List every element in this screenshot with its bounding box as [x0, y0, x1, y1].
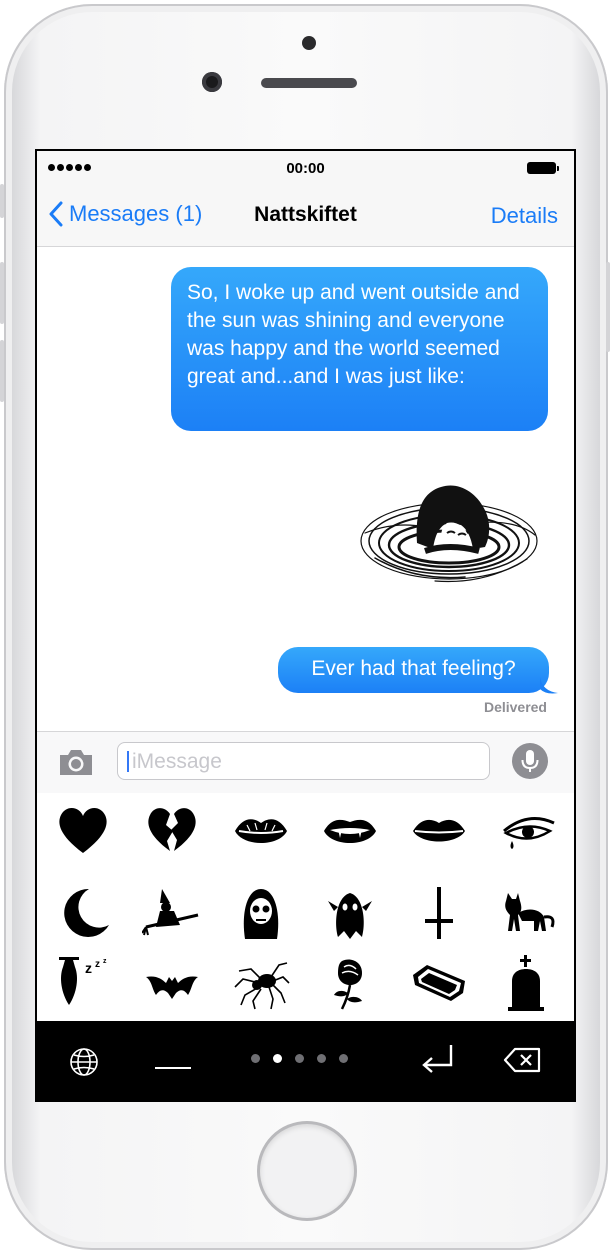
message-input[interactable]: iMessage — [117, 742, 490, 780]
broken-heart-icon[interactable] — [142, 801, 202, 861]
sent-message-bubble[interactable]: So, I woke up and went outside and the s… — [171, 267, 548, 431]
bat-icon[interactable] — [142, 953, 202, 1013]
text-cursor — [127, 751, 129, 772]
heart-icon[interactable] — [53, 801, 113, 861]
delivery-status: Delivered — [483, 699, 547, 715]
battery-icon — [527, 162, 559, 174]
microphone-button[interactable] — [512, 743, 548, 779]
sticker-pad: z z z — [37, 793, 574, 1021]
page-dot[interactable] — [317, 1054, 326, 1063]
globe-icon[interactable] — [69, 1047, 99, 1077]
power-button — [606, 262, 610, 352]
witch-on-broom-icon[interactable] — [142, 883, 202, 943]
skull-hood-icon[interactable] — [231, 883, 291, 943]
coffin-icon[interactable] — [409, 953, 469, 1013]
screen: 00:00 Messages (1) Nattskiftet Details S… — [35, 149, 576, 1102]
page-dot[interactable] — [251, 1054, 260, 1063]
microphone-icon — [521, 750, 539, 772]
keyboard-bottom-bar — [37, 1021, 574, 1100]
lips-kiss-icon[interactable] — [231, 801, 291, 861]
page-dot-active[interactable] — [273, 1054, 282, 1063]
sticker-page-indicator — [251, 1054, 348, 1063]
earpiece-speaker — [261, 78, 357, 88]
inverted-cross-icon[interactable] — [409, 883, 469, 943]
vampire-mouth-icon[interactable] — [320, 801, 380, 861]
front-camera — [202, 72, 222, 92]
svg-text:z: z — [95, 959, 100, 970]
ghost-icon[interactable] — [320, 883, 380, 943]
message-placeholder: iMessage — [132, 750, 222, 773]
space-icon[interactable] — [153, 1055, 193, 1071]
status-bar: 00:00 — [37, 151, 574, 187]
camera-icon[interactable] — [57, 746, 95, 778]
sticker-woman-in-whirlpool[interactable] — [355, 463, 541, 593]
proximity-sensor — [302, 36, 316, 50]
page-dot[interactable] — [339, 1054, 348, 1063]
svg-text:z: z — [103, 958, 107, 965]
navigation-bar: Messages (1) Nattskiftet Details — [37, 187, 574, 247]
svg-text:z: z — [85, 960, 92, 976]
tombstone-icon[interactable] — [498, 953, 558, 1013]
page-dot[interactable] — [295, 1054, 304, 1063]
bubble-tail — [540, 677, 558, 694]
crying-eye-icon[interactable] — [498, 801, 558, 861]
mute-switch — [0, 184, 4, 218]
status-time: 00:00 — [286, 160, 325, 177]
lips-icon[interactable] — [409, 801, 469, 861]
rose-icon[interactable] — [320, 953, 380, 1013]
crescent-moon-icon[interactable] — [53, 883, 113, 943]
return-icon[interactable] — [417, 1039, 457, 1079]
compose-bar: iMessage — [37, 731, 574, 793]
volume-down-button — [0, 340, 4, 402]
details-button[interactable]: Details — [491, 203, 558, 229]
sent-message-bubble[interactable]: Ever had that feeling? — [278, 647, 549, 693]
messages-app: 00:00 Messages (1) Nattskiftet Details S… — [37, 151, 574, 1100]
black-cat-icon[interactable] — [498, 883, 558, 943]
home-button[interactable] — [260, 1124, 354, 1218]
spider-icon[interactable] — [231, 953, 291, 1013]
sleeping-bat-icon[interactable]: z z z — [53, 953, 113, 1013]
volume-up-button — [0, 262, 4, 324]
backspace-icon[interactable] — [503, 1045, 543, 1075]
